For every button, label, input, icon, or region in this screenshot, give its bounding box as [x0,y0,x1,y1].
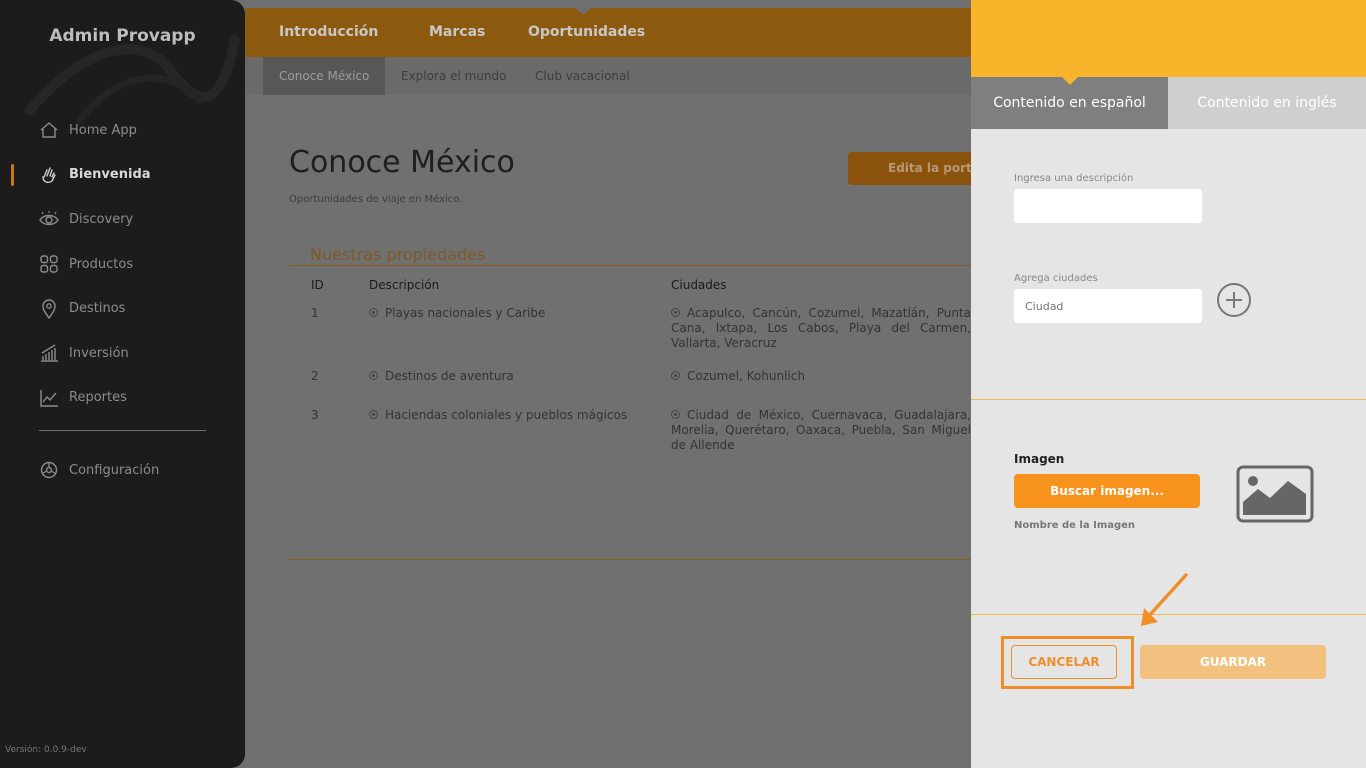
wave-hand-icon [38,164,60,186]
gear-icon [38,459,60,481]
grid-icon [38,253,60,275]
sidebar-config-group: Configuración [0,448,245,493]
bullet-icon [671,410,680,419]
sidebar-item-label: Inversión [69,345,129,361]
header-id: ID [311,278,324,292]
version-label: Versión: 0.0.9-dev [5,745,87,755]
row-1-id: 1 [311,306,319,320]
sidebar-item-discovery[interactable]: Discovery [0,197,245,242]
sidebar-divider [39,430,206,431]
row-3-cities: Ciudad de México, Cuernavaca, Guadalajar… [671,408,971,452]
row-1-description: Playas nacionales y Caribe [369,306,545,321]
sidebar-item-bienvenida[interactable]: Bienvenida [0,153,245,198]
bullet-icon [369,308,378,317]
bullet-icon [671,371,680,380]
subtab-club-vacacional[interactable]: Club vacacional [535,57,630,95]
active-tab-caret [575,8,591,15]
panel-header [971,0,1366,77]
subtab-conoce-mexico[interactable]: Conoce México [263,57,386,95]
add-city-button[interactable] [1217,283,1251,317]
bullet-icon [369,371,378,380]
eye-icon [38,208,60,230]
image-placeholder-icon [1236,465,1314,523]
section-divider [289,265,989,266]
sidebar-item-reportes[interactable]: Reportes [0,376,245,421]
sidebar-item-label: Destinos [69,301,126,317]
annotation-arrow-icon [1141,573,1188,626]
panel-divider [971,399,1366,400]
sidebar-item-label: Home App [69,122,137,138]
image-name-label: Nombre de la Imagen [1014,520,1136,531]
tab-oportunidades[interactable]: Oportunidades [528,8,645,57]
bullet-icon [671,308,680,317]
tab-contenido-ingles[interactable]: Contenido en inglés [1168,77,1366,129]
cities-label: Agrega ciudades [1014,273,1098,284]
image-title: Imagen [1014,452,1065,466]
city-input[interactable] [1014,289,1202,323]
sidebar: Admin Provapp Home App Bienvenida Discov… [0,0,245,768]
header-ciudades: Ciudades [671,278,727,292]
line-chart-icon [38,387,60,409]
row-2-description: Destinos de aventura [369,369,514,384]
search-image-button[interactable]: Buscar imagen... [1014,474,1200,508]
description-input[interactable] [1014,189,1202,223]
properties-title: Nuestras propiedades [310,245,486,264]
edit-portada-button[interactable]: Edita la porta [848,152,988,185]
brand-title: Admin Provapp [49,26,196,46]
sidebar-item-productos[interactable]: Productos [0,242,245,287]
row-3-id: 3 [311,408,319,422]
sidebar-item-destinos[interactable]: Destinos [0,286,245,331]
row-3-description: Haciendas coloniales y pueblos mágicos [369,408,627,423]
tab-marcas[interactable]: Marcas [429,8,485,57]
sidebar-item-label: Configuración [69,462,160,478]
subtab-explora-el-mundo[interactable]: Explora el mundo [401,57,506,95]
header-descripcion: Descripción [369,278,440,292]
sidebar-item-label: Reportes [69,390,127,406]
row-2-cities: Cozumel, Kohunlich [671,369,971,384]
row-2-id: 2 [311,369,319,383]
description-label: Ingresa una descripción [1014,173,1134,184]
sidebar-item-inversion[interactable]: Inversión [0,331,245,376]
sidebar-item-label: Productos [69,256,134,272]
page-subtitle: Oportunidades de viaje en México. [289,194,463,205]
sidebar-item-label: Discovery [69,211,134,227]
section-bottom-divider [289,559,989,560]
app-root: Admin Provapp Home App Bienvenida Discov… [0,0,1366,768]
sidebar-item-label: Bienvenida [69,167,151,183]
sidebar-item-configuracion[interactable]: Configuración [0,448,245,493]
save-button[interactable]: GUARDAR [1140,645,1326,679]
tab-introduccion[interactable]: Introducción [279,8,378,57]
home-icon [38,119,60,141]
location-pin-icon [38,298,60,320]
active-tab-notch [1062,77,1078,85]
sidebar-item-home-app[interactable]: Home App [0,108,245,153]
bar-chart-icon [38,342,60,364]
sidebar-nav: Home App Bienvenida Discovery Productos [0,108,245,420]
cancel-button[interactable]: CANCELAR [1011,645,1117,679]
edit-side-panel: Contenido en español Contenido en inglés… [971,0,1366,768]
page-title: Conoce México [289,145,515,180]
bullet-icon [369,410,378,419]
row-1-cities: Acapulco, Cancún, Cozumel, Mazatlán, Pun… [671,306,971,350]
